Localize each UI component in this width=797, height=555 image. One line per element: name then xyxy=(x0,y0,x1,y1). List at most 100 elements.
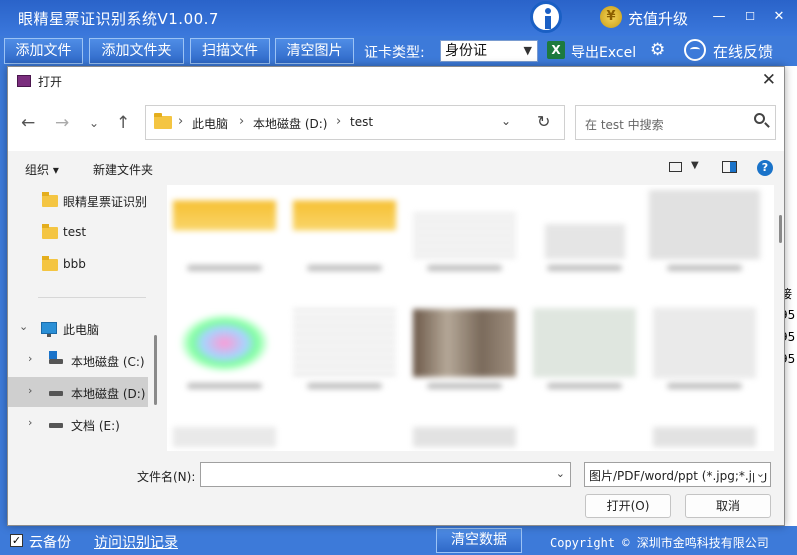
search-icon[interactable] xyxy=(754,113,765,124)
cancel-button[interactable]: 取消 xyxy=(685,494,771,518)
sidebar-item-label: 眼精星票证识别 xyxy=(63,195,148,209)
folder-icon xyxy=(42,256,58,271)
windows-icon xyxy=(49,351,57,359)
add-file-button[interactable]: 添加文件 xyxy=(4,38,83,64)
search-box[interactable]: 在 test 中搜索 xyxy=(575,105,776,140)
chevron-down-icon[interactable]: ⌄ xyxy=(501,114,511,128)
filename-label: 文件名(N): xyxy=(137,470,196,484)
file-thumbnail[interactable] xyxy=(167,185,282,275)
file-thumbnail[interactable] xyxy=(527,185,642,275)
file-thumbnail[interactable] xyxy=(287,303,402,393)
close-button[interactable]: ✕ xyxy=(770,8,788,26)
sidebar-item-bbb[interactable]: bbb xyxy=(8,249,148,279)
sidebar-item-label: test xyxy=(63,225,87,239)
recent-chevron-icon[interactable]: ⌄ xyxy=(89,116,99,130)
cloud-backup-checkbox[interactable]: ✓ xyxy=(10,534,23,547)
drive-icon xyxy=(49,391,63,396)
clear-images-button[interactable]: 清空图片 xyxy=(275,38,354,64)
help-icon[interactable]: ? xyxy=(757,160,773,176)
chevron-down-icon[interactable]: ⌄ xyxy=(19,320,28,333)
forward-arrow-icon[interactable]: → xyxy=(55,113,69,133)
export-excel-button[interactable]: 导出Excel xyxy=(571,42,636,62)
file-thumbnail[interactable] xyxy=(287,185,402,275)
sidebar-item-drive-c[interactable]: › 本地磁盘 (C:) xyxy=(8,345,148,375)
sidebar-item-quick-folder[interactable]: 眼精星票证识别 xyxy=(8,185,148,215)
recharge-button[interactable]: 充值升级 xyxy=(628,8,688,29)
restore-button[interactable]: ☐ xyxy=(741,8,759,26)
back-arrow-icon[interactable]: ← xyxy=(21,113,35,133)
cloud-backup-label: 云备份 xyxy=(29,535,71,551)
file-thumbnail[interactable] xyxy=(167,303,282,393)
chevron-down-icon[interactable]: ⌄ xyxy=(556,467,565,480)
add-folder-button[interactable]: 添加文件夹 xyxy=(89,38,184,64)
command-bar: 组织 ▾ 新建文件夹 ▼ ? xyxy=(8,151,784,185)
file-thumbnail[interactable] xyxy=(407,303,522,393)
visit-records-link[interactable]: 访问识别记录 xyxy=(94,532,178,552)
sidebar-item-label: 本地磁盘 (D:) xyxy=(71,387,146,401)
folder-icon xyxy=(42,224,58,239)
sidebar-item-label: 此电脑 xyxy=(63,323,100,337)
chevron-right-icon[interactable]: › xyxy=(28,352,32,365)
preview-pane-icon[interactable] xyxy=(722,161,737,173)
minimize-button[interactable]: — xyxy=(710,8,728,26)
open-button[interactable]: 打开(O) xyxy=(585,494,671,518)
drive-icon xyxy=(49,359,63,364)
sidebar-item-label: 本地磁盘 (C:) xyxy=(71,355,145,369)
clear-data-button[interactable]: 清空数据 xyxy=(436,528,522,553)
divider xyxy=(38,297,146,298)
file-type-value: 图片/PDF/word/ppt (*.jpg;*.jpg xyxy=(589,469,768,483)
scrollbar[interactable] xyxy=(154,335,157,405)
breadcrumb-item[interactable]: 本地磁盘 (D:) xyxy=(253,115,327,132)
sidebar-item-drive-d[interactable]: › 本地磁盘 (D:) xyxy=(8,377,148,407)
file-list xyxy=(167,185,774,451)
scrollbar[interactable] xyxy=(779,215,782,243)
sidebar-item-test[interactable]: test xyxy=(8,217,148,247)
file-thumbnail[interactable] xyxy=(647,303,762,393)
organize-menu[interactable]: 组织 ▾ xyxy=(25,161,59,178)
gear-icon[interactable]: ⚙ xyxy=(650,40,665,60)
file-thumbnail[interactable] xyxy=(407,421,522,451)
view-mode-icon[interactable] xyxy=(669,162,682,172)
address-bar[interactable]: › 此电脑 › 本地磁盘 (D:) › test ⌄ ↻ xyxy=(145,105,565,140)
breadcrumb-item[interactable]: test xyxy=(350,115,373,129)
refresh-icon[interactable]: ↻ xyxy=(537,112,550,131)
computer-icon xyxy=(41,322,57,337)
card-type-value: 身份证 xyxy=(445,43,487,59)
card-type-select[interactable]: 身份证 ▼ xyxy=(440,40,538,62)
sidebar-item-label: 文档 (E:) xyxy=(71,419,120,433)
breadcrumb-item[interactable]: 此电脑 xyxy=(192,115,228,132)
file-thumbnail[interactable] xyxy=(167,421,282,451)
folder-icon xyxy=(154,113,172,129)
breadcrumb-separator: › xyxy=(336,114,342,129)
chat-icon[interactable] xyxy=(684,39,706,61)
breadcrumb-separator: › xyxy=(239,114,245,129)
search-placeholder: 在 test 中搜索 xyxy=(585,118,664,132)
chevron-down-icon[interactable]: ▼ xyxy=(691,160,699,171)
excel-icon[interactable]: X xyxy=(547,41,565,59)
dialog-title: 打开 xyxy=(38,75,63,89)
chevron-down-icon: ⌄ xyxy=(753,467,765,480)
info-icon[interactable] xyxy=(530,1,562,33)
file-thumbnail[interactable] xyxy=(527,303,642,393)
chevron-right-icon[interactable]: › xyxy=(28,416,32,429)
file-thumbnail[interactable] xyxy=(647,421,762,451)
file-thumbnail[interactable] xyxy=(647,185,762,275)
feedback-button[interactable]: 在线反馈 xyxy=(713,41,773,62)
sidebar-item-this-pc[interactable]: ⌄ 此电脑 xyxy=(8,313,148,343)
chevron-down-icon: ▼ xyxy=(523,44,532,57)
chevron-right-icon[interactable]: › xyxy=(28,384,32,397)
file-thumbnail[interactable] xyxy=(407,185,522,275)
app-window: 眼精星票证识别系统V1.00.7 ¥ 充值升级 — ☐ ✕ 添加文件 添加文件夹… xyxy=(0,0,797,555)
sidebar-item-drive-e[interactable]: › 文档 (E:) xyxy=(8,409,148,439)
dialog-title-bar: 打开 ✕ xyxy=(8,67,784,95)
filename-input[interactable]: ⌄ xyxy=(200,462,571,487)
navigation-pane: 眼精星票证识别 test bbb ⌄ 此电脑 › 本地磁盘 (C:) › 本地磁… xyxy=(8,185,158,451)
scan-file-button[interactable]: 扫描文件 xyxy=(190,38,270,64)
up-arrow-icon[interactable]: ↑ xyxy=(116,113,130,133)
open-file-dialog: 打开 ✕ ← → ⌄ ↑ › 此电脑 › 本地磁盘 (D:) › test ⌄ … xyxy=(7,66,785,526)
file-type-select[interactable]: 图片/PDF/word/ppt (*.jpg;*.jpg ⌄ xyxy=(584,462,771,487)
dialog-close-button[interactable]: ✕ xyxy=(762,70,776,90)
drive-icon xyxy=(49,423,63,428)
new-folder-button[interactable]: 新建文件夹 xyxy=(93,161,153,178)
coin-icon[interactable]: ¥ xyxy=(600,6,622,28)
